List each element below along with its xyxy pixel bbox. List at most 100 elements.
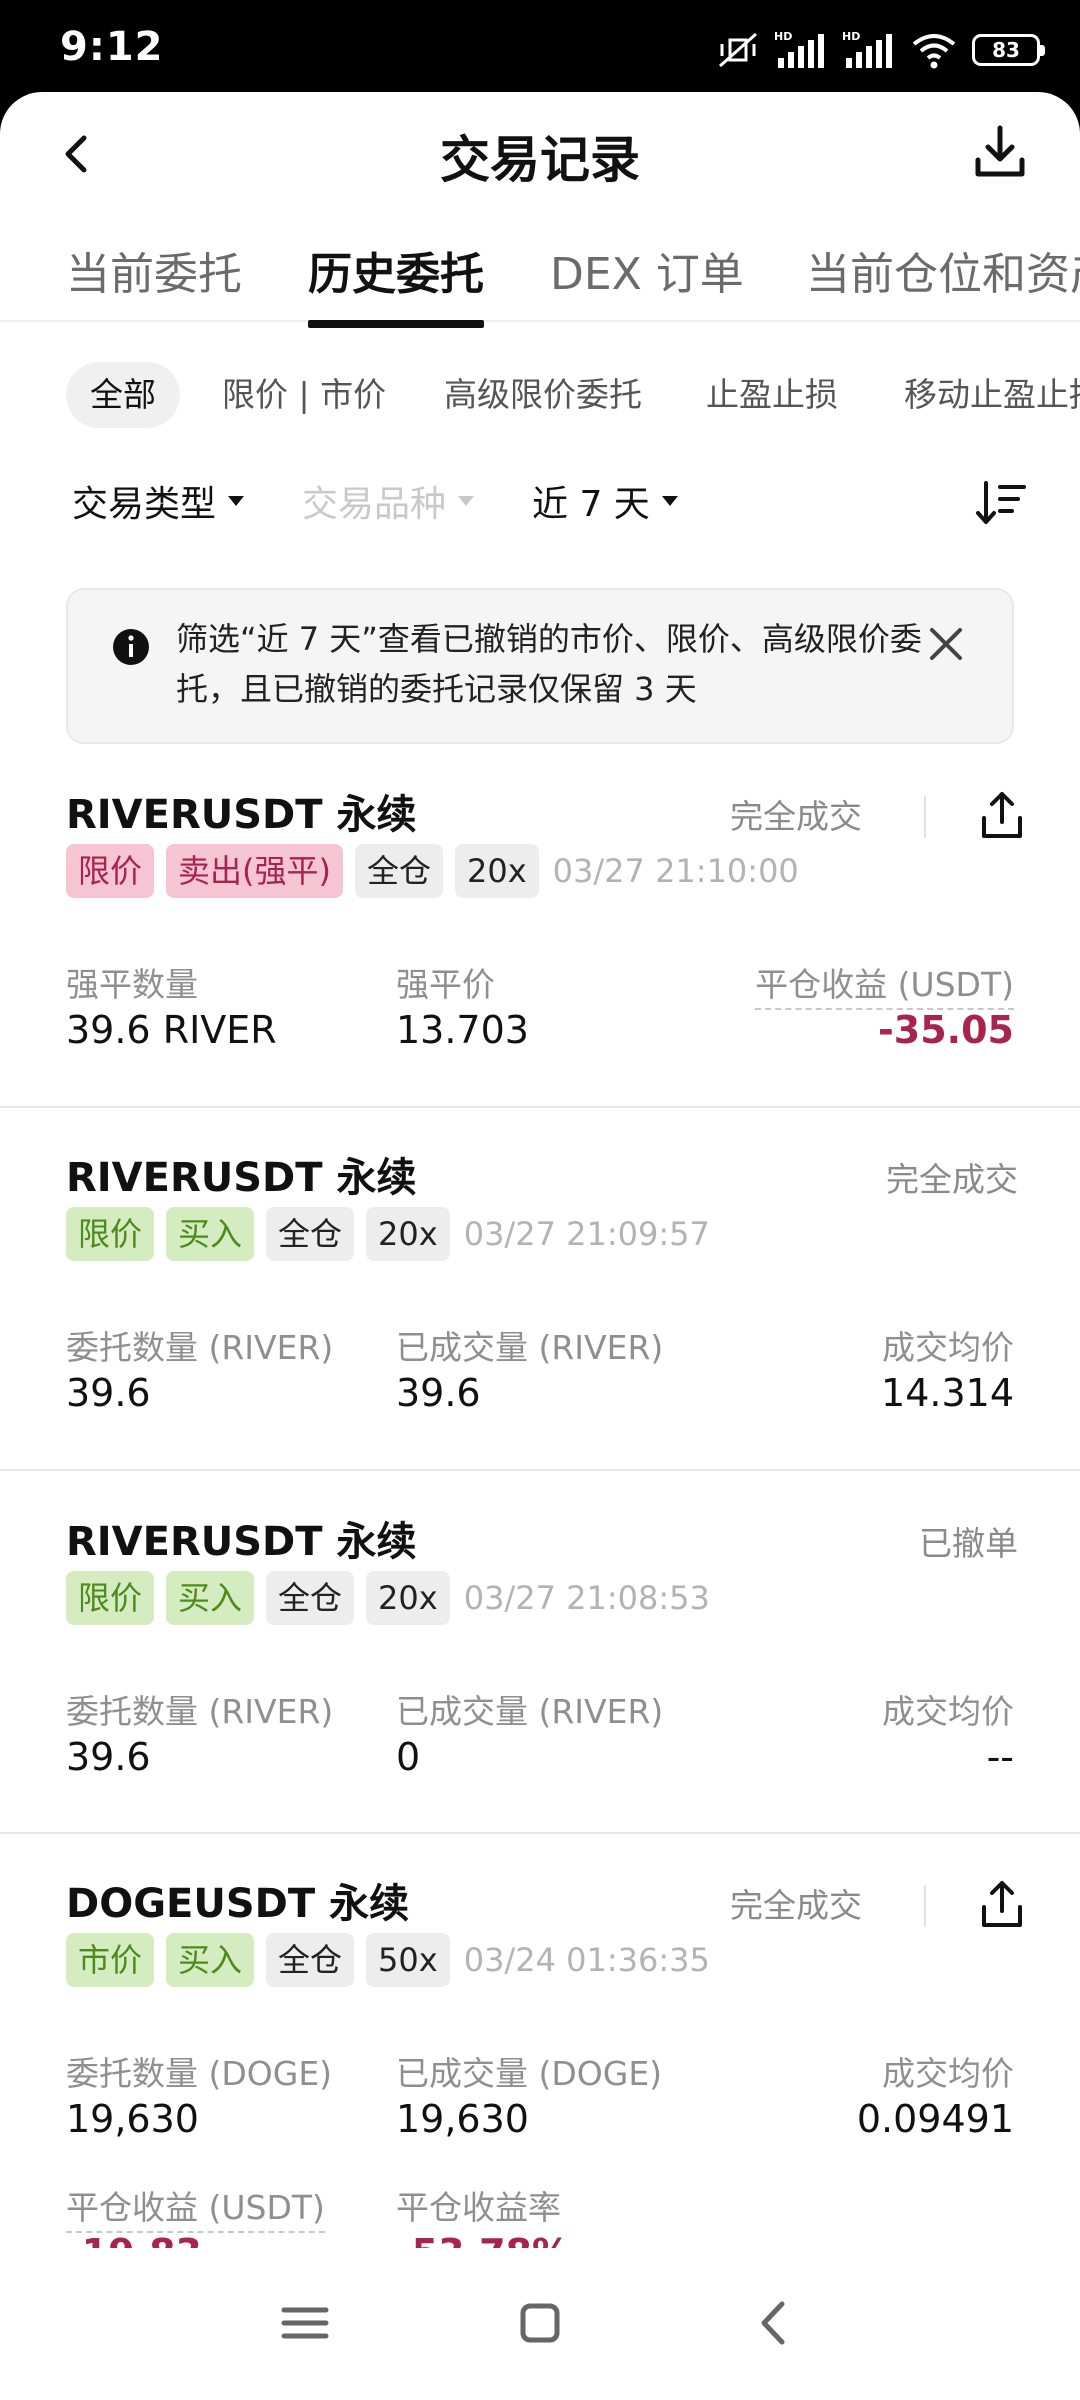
filter-notice: 筛选“近 7 天”查看已撤销的市价、限价、高级限价委托，且已撤销的委托记录仅保留… [66, 588, 1014, 744]
order-card[interactable]: DOGEUSDT 永续 完全成交 市价 买入 全仓 50x 03/24 01:3… [0, 1871, 1080, 2275]
margin-mode-tag: 全仓 [266, 1933, 355, 1987]
chip-trailing-stop[interactable]: 移动止盈止损 [904, 362, 1080, 428]
date-range-label: 近 7 天 [532, 484, 650, 525]
menu-icon[interactable] [270, 2288, 340, 2358]
side-tag: 买入 [166, 1571, 255, 1625]
order-tags: 限价 买入 全仓 20x 03/27 21:08:53 [66, 1571, 710, 1625]
order-tags: 市价 买入 全仓 50x 03/24 01:36:35 [66, 1933, 710, 1987]
signal-hd-label: HD [774, 30, 792, 43]
field-value: 0 [396, 1735, 421, 1779]
leverage-tag: 20x [455, 844, 539, 898]
divider [0, 1469, 1080, 1471]
cell-signal-icon: HD [774, 30, 828, 70]
order-tags: 限价 卖出(强平) 全仓 20x 03/27 21:10:00 [66, 844, 799, 898]
order-status: 已撤单 [919, 1524, 1018, 1563]
tab-dex-orders[interactable]: DEX 订单 [550, 238, 744, 302]
order-time: 03/27 21:09:57 [463, 1215, 710, 1253]
battery-level: 83 [992, 38, 1020, 62]
side-tag: 买入 [166, 1933, 255, 1987]
separator [924, 796, 926, 838]
field-label: 委托数量 (DOGE) [66, 2054, 333, 2093]
order-card[interactable]: RIVERUSDT 永续 完全成交 限价 买入 全仓 20x 03/27 21:… [0, 1145, 1080, 1445]
trade-type-filter[interactable]: 交易类型 [72, 475, 245, 527]
field-value: 39.6 [396, 1371, 481, 1415]
field-value: 0.09491 [856, 2097, 1014, 2141]
chip-tp-sl[interactable]: 止盈止损 [706, 362, 838, 428]
field-label: 已成交量 (RIVER) [396, 1328, 664, 1367]
home-icon[interactable] [505, 2288, 575, 2358]
order-card[interactable]: RIVERUSDT 永续 完全成交 限价 卖出(强平) 全仓 20x 03/27… [0, 782, 1080, 1102]
instrument-label: 交易品种 [302, 484, 447, 525]
mute-vibrate-icon [716, 30, 760, 70]
date-range-filter[interactable]: 近 7 天 [532, 475, 678, 527]
leverage-tag: 20x [366, 1571, 450, 1625]
app-header: 交易记录 [0, 92, 1080, 212]
back-icon[interactable] [740, 2288, 810, 2358]
leverage-tag: 20x [366, 1207, 450, 1261]
notice-text: 筛选“近 7 天”查看已撤销的市价、限价、高级限价委托，且已撤销的委托记录仅保留… [176, 620, 922, 708]
caret-down-icon [228, 496, 245, 506]
divider [0, 1832, 1080, 1834]
field-label: 成交均价 [882, 2054, 1014, 2093]
status-time: 9:12 [60, 24, 164, 70]
tab-current-orders[interactable]: 当前委托 [66, 238, 242, 302]
trade-type-label: 交易类型 [72, 484, 217, 525]
caret-down-icon [458, 496, 475, 506]
side-tag: 卖出(强平) [166, 844, 343, 898]
pnl-value: -35.05 [878, 1008, 1014, 1052]
order-symbol: RIVERUSDT 永续 [66, 792, 417, 838]
order-tags: 限价 买入 全仓 20x 03/27 21:09:57 [66, 1207, 710, 1261]
field-label: 成交均价 [882, 1692, 1014, 1731]
filter-bar: 交易类型 交易品种 近 7 天 [0, 475, 1080, 535]
field-label: 强平数量 [66, 965, 198, 1004]
field-value: 19,630 [66, 2097, 199, 2141]
field-label[interactable]: 平仓收益 (USDT) [66, 2181, 325, 2233]
order-time: 03/27 21:10:00 [552, 852, 799, 890]
order-type-chips: 全部 限价 | 市价 高级限价委托 止盈止损 移动止盈止损 [0, 362, 1080, 428]
system-nav-bar [0, 2248, 1080, 2400]
separator [924, 1885, 926, 1927]
field-value: 39.6 [66, 1371, 151, 1415]
chip-limit-market[interactable]: 限价 | 市价 [222, 362, 386, 428]
caret-down-icon [661, 496, 678, 506]
download-icon[interactable] [970, 122, 1030, 182]
status-icons: HD HD 83 [716, 28, 1045, 72]
field-label[interactable]: 平仓收益 (USDT) [755, 958, 1014, 1010]
field-label: 委托数量 (RIVER) [66, 1328, 334, 1367]
tab-positions-assets[interactable]: 当前仓位和资产 [806, 238, 1080, 302]
field-value: -- [986, 1735, 1014, 1779]
order-type-tag: 市价 [66, 1933, 155, 1987]
active-tab-indicator [308, 320, 484, 328]
field-value: 39.6 [66, 1735, 151, 1779]
signal-hd-label-2: HD [842, 30, 860, 43]
order-type-tag: 限价 [66, 844, 155, 898]
tab-order-history[interactable]: 历史委托 [308, 238, 484, 302]
divider [0, 1106, 1080, 1108]
share-icon[interactable] [974, 788, 1030, 844]
chip-all[interactable]: 全部 [66, 362, 180, 428]
share-icon[interactable] [974, 1877, 1030, 1933]
instrument-filter: 交易品种 [302, 475, 475, 527]
order-tabs: 当前委托 历史委托 DEX 订单 当前仓位和资产 [0, 232, 1080, 322]
margin-mode-tag: 全仓 [266, 1207, 355, 1261]
status-bar: 9:12 HD HD 83 [0, 0, 1080, 100]
order-time: 03/27 21:08:53 [463, 1579, 710, 1617]
sort-icon[interactable] [974, 475, 1030, 531]
order-symbol: DOGEUSDT 永续 [66, 1881, 410, 1927]
field-label: 已成交量 (RIVER) [396, 1692, 664, 1731]
info-icon [113, 629, 149, 665]
wifi-icon [910, 30, 958, 70]
chip-advanced-limit[interactable]: 高级限价委托 [444, 362, 642, 428]
close-icon[interactable] [926, 624, 966, 664]
margin-mode-tag: 全仓 [355, 844, 444, 898]
order-status: 完全成交 [730, 1886, 862, 1925]
order-status: 完全成交 [886, 1160, 1018, 1199]
order-time: 03/24 01:36:35 [463, 1941, 710, 1979]
field-value: 19,630 [396, 2097, 529, 2141]
order-symbol: RIVERUSDT 永续 [66, 1519, 417, 1565]
field-value: 14.314 [881, 1371, 1014, 1415]
order-status: 完全成交 [730, 797, 862, 836]
order-card[interactable]: RIVERUSDT 永续 已撤单 限价 买入 全仓 20x 03/27 21:0… [0, 1509, 1080, 1809]
field-label: 强平价 [396, 965, 495, 1004]
margin-mode-tag: 全仓 [266, 1571, 355, 1625]
